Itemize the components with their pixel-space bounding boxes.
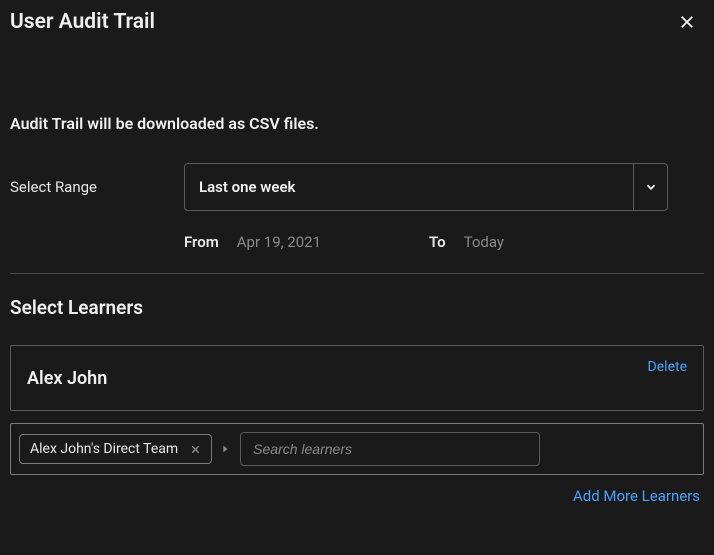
dialog-header: User Audit Trail — [0, 0, 714, 44]
range-select[interactable]: Last one week — [184, 163, 668, 211]
learners-section-title: Select Learners — [0, 274, 714, 319]
chevron-right-icon[interactable] — [220, 444, 232, 454]
chip-remove-icon[interactable] — [190, 444, 201, 455]
page-title: User Audit Trail — [10, 10, 155, 34]
subtitle-text: Audit Trail will be downloaded as CSV fi… — [0, 44, 714, 133]
from-date: Apr 19, 2021 — [237, 233, 321, 251]
range-row: Select Range Last one week — [0, 133, 714, 211]
team-chip[interactable]: Alex John's Direct Team — [19, 434, 212, 464]
close-icon[interactable] — [678, 13, 696, 31]
date-range-display: From Apr 19, 2021 To Today — [0, 211, 714, 273]
to-date: Today — [464, 233, 504, 251]
team-chip-label: Alex John's Direct Team — [30, 441, 178, 457]
to-label: To — [429, 233, 446, 251]
from-label: From — [184, 233, 219, 251]
chevron-down-icon[interactable] — [633, 164, 667, 210]
add-more-learners-link[interactable]: Add More Learners — [0, 475, 714, 505]
delete-button[interactable]: Delete — [648, 359, 687, 375]
search-learners-input[interactable] — [240, 432, 540, 466]
range-label: Select Range — [10, 178, 184, 196]
learner-card: Delete Alex John — [10, 345, 704, 411]
learner-search-card: Alex John's Direct Team — [10, 423, 704, 475]
range-select-value: Last one week — [185, 164, 633, 210]
learner-name: Alex John — [27, 368, 107, 389]
